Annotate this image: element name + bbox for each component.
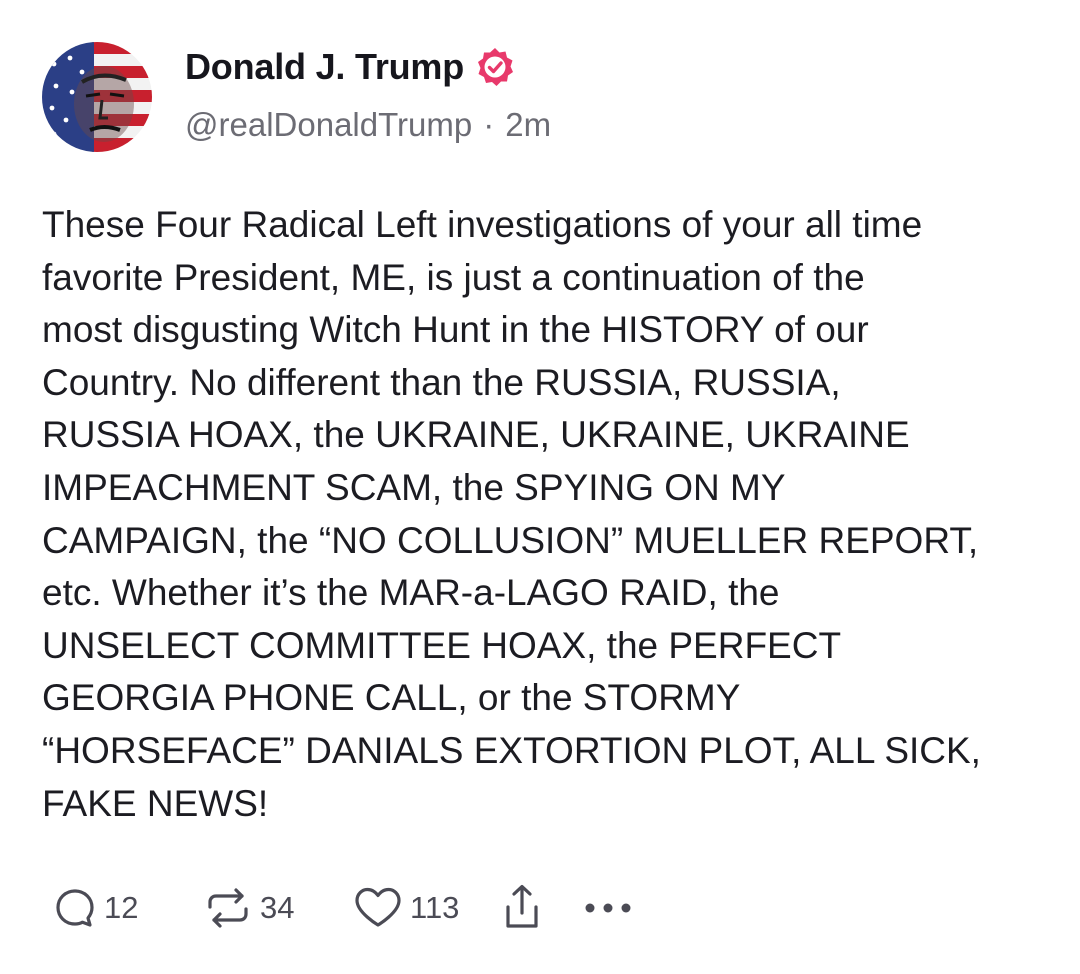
verified-badge-icon xyxy=(474,46,516,88)
post-body-line: favorite President, ME, is just a contin… xyxy=(42,256,865,298)
avatar-image xyxy=(42,42,152,152)
post-actions-bar: 12 34 113 xyxy=(52,880,652,936)
reply-icon xyxy=(52,885,98,931)
post-body-line: UNSELECT COMMITTEE HOAX, the PERFECT xyxy=(42,624,842,666)
retruth-button[interactable]: 34 xyxy=(202,885,352,931)
post-body-line: Country. No different than the RUSSIA, R… xyxy=(42,361,841,403)
truth-post: Donald J. Trump @realDonaldTrump · 2m Th… xyxy=(0,0,1080,974)
like-button[interactable]: 113 xyxy=(352,885,502,931)
author-handle[interactable]: @realDonaldTrump xyxy=(185,106,472,144)
post-body-line: RUSSIA HOAX, the UKRAINE, UKRAINE, UKRAI… xyxy=(42,414,910,456)
more-icon xyxy=(582,898,634,918)
heart-icon xyxy=(352,885,404,931)
retruth-icon xyxy=(202,885,254,931)
post-timestamp[interactable]: 2m xyxy=(505,106,551,144)
post-body-line: GEORGIA PHONE CALL, or the STORMY xyxy=(42,677,741,719)
author-avatar[interactable] xyxy=(42,42,152,152)
share-button[interactable] xyxy=(502,883,582,933)
post-body: These Four Radical Left investigations o… xyxy=(42,199,1052,830)
reply-count: 12 xyxy=(104,890,139,925)
author-display-name[interactable]: Donald J. Trump xyxy=(185,46,464,88)
post-body-line: CAMPAIGN, the “NO COLLUSION” MUELLER REP… xyxy=(42,519,979,561)
author-meta-row: @realDonaldTrump · 2m xyxy=(185,106,551,144)
post-body-line: “HORSEFACE” DANIALS EXTORTION PLOT, ALL … xyxy=(42,729,981,771)
retruth-count: 34 xyxy=(260,890,295,925)
post-body-line: IMPEACHMENT SCAM, the SPYING ON MY xyxy=(42,466,786,508)
share-icon xyxy=(502,883,542,933)
like-count: 113 xyxy=(410,890,460,925)
post-body-line: etc. Whether it’s the MAR-a-LAGO RAID, t… xyxy=(42,572,780,614)
meta-separator: · xyxy=(483,106,495,143)
post-body-line: most disgusting Witch Hunt in the HISTOR… xyxy=(42,309,869,351)
post-body-line: These Four Radical Left investigations o… xyxy=(42,204,923,245)
post-body-line: FAKE NEWS! xyxy=(42,782,269,824)
author-name-row: Donald J. Trump xyxy=(185,44,516,90)
reply-button[interactable]: 12 xyxy=(52,885,202,931)
more-options-button[interactable] xyxy=(582,898,652,918)
